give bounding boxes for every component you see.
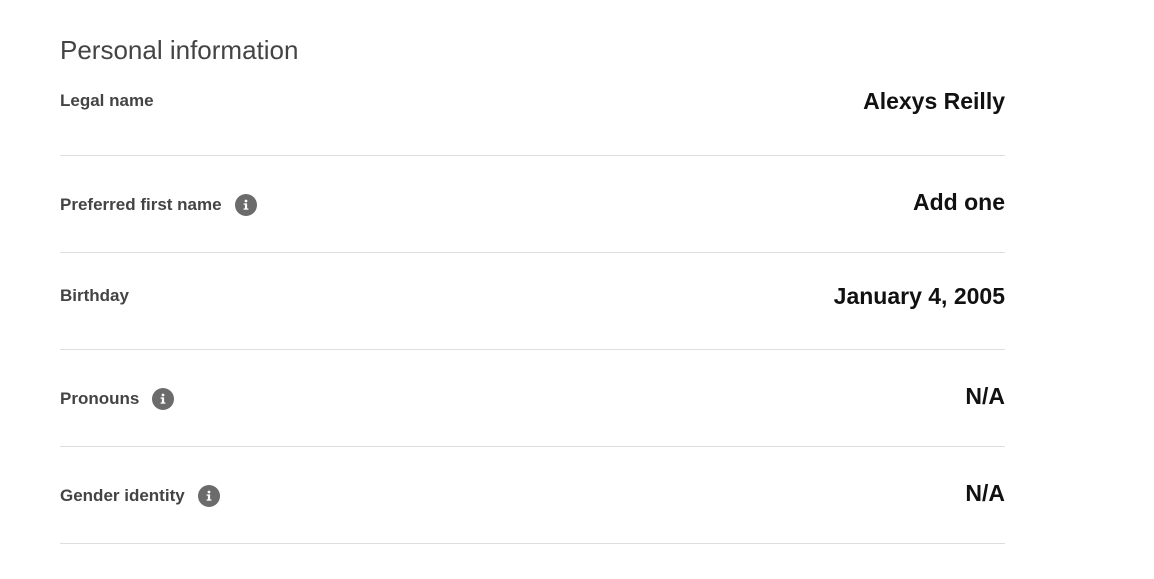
personal-info-list: Legal name Alexys Reilly Preferred first… <box>60 67 1005 544</box>
legal-name-value[interactable]: Alexys Reilly <box>863 88 1005 115</box>
row-pronouns[interactable]: Pronouns N/A <box>60 350 1005 447</box>
label-group: Legal name <box>60 91 154 111</box>
info-glyph <box>206 490 212 501</box>
label-group: Birthday <box>60 286 129 306</box>
gender-identity-label: Gender identity <box>60 486 185 505</box>
preferred-first-name-label: Preferred first name <box>60 195 222 214</box>
legal-name-label: Legal name <box>60 90 154 110</box>
info-icon[interactable] <box>152 388 175 410</box>
section-title: Personal information <box>60 35 299 65</box>
personal-information-page: Personal information Legal name Alexys R… <box>0 0 1154 579</box>
label-group: Preferred first name <box>60 194 257 216</box>
info-icon[interactable] <box>197 485 220 507</box>
add-preferred-name-link[interactable]: Add one <box>913 189 1005 216</box>
birthday-value[interactable]: January 4, 2005 <box>834 283 1005 310</box>
info-glyph <box>160 393 166 404</box>
row-preferred-first-name[interactable]: Preferred first name Add one <box>60 156 1005 253</box>
row-birthday[interactable]: Birthday January 4, 2005 <box>60 253 1005 350</box>
label-group: Pronouns <box>60 388 175 410</box>
pronouns-label: Pronouns <box>60 389 140 408</box>
birthday-label: Birthday <box>60 286 129 305</box>
pronouns-value[interactable]: N/A <box>965 383 1005 410</box>
label-group: Gender identity <box>60 485 220 507</box>
gender-identity-value[interactable]: N/A <box>965 480 1005 507</box>
info-icon[interactable] <box>234 194 257 216</box>
row-gender-identity[interactable]: Gender identity N/A <box>60 447 1005 544</box>
info-glyph <box>243 199 248 210</box>
row-legal-name[interactable]: Legal name Alexys Reilly <box>60 67 1005 156</box>
